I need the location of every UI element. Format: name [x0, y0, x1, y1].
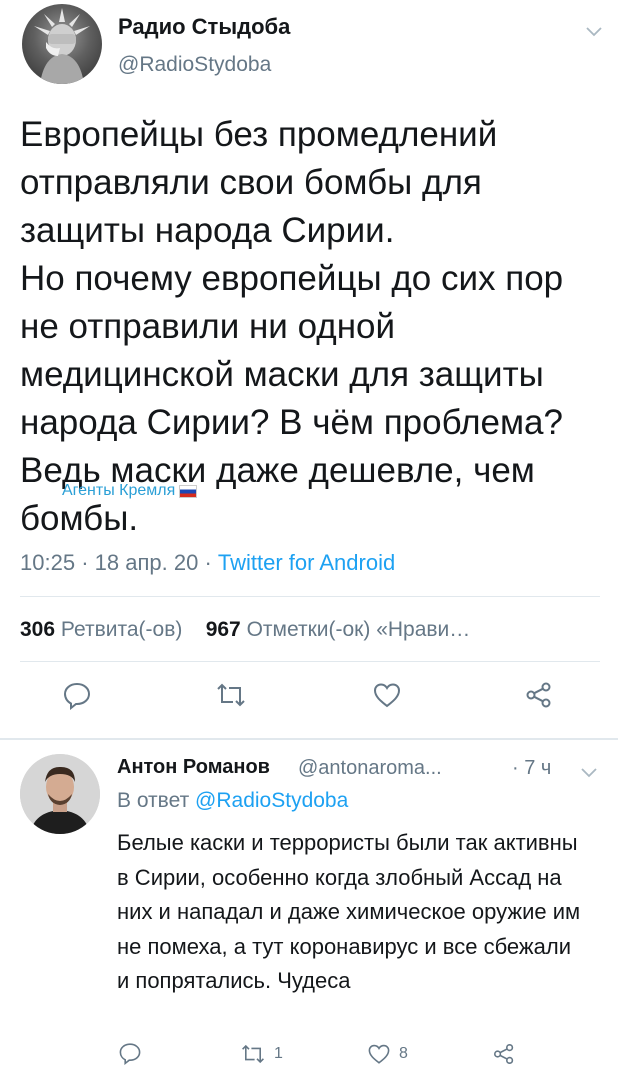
statue-of-liberty-facepalm-image: [34, 8, 90, 84]
author-name[interactable]: Радио Стыдоба: [118, 14, 290, 40]
likes-extra[interactable]: «Нрави…: [376, 618, 470, 641]
reply-like-button[interactable]: 8: [367, 1042, 408, 1066]
author-avatar[interactable]: [22, 4, 102, 84]
tweet-source-link[interactable]: Twitter for Android: [218, 550, 395, 575]
reply-author-name[interactable]: Антон Романов: [117, 756, 270, 779]
tweet-date: 18 апр. 20: [94, 550, 199, 575]
reply-to-line: В ответ @RadioStydoba: [117, 789, 348, 813]
reply-to-handle[interactable]: @RadioStydoba: [195, 789, 348, 812]
reply-author-avatar[interactable]: [20, 754, 100, 834]
likes-count: 967: [205, 618, 241, 641]
meta-separator: ·: [81, 550, 95, 575]
divider: [20, 661, 600, 662]
tweet-stats: 306 Ретвита(-ов) 967 Отметки(-ок) «Нрави…: [20, 618, 470, 642]
tweet-time: 10:25: [20, 550, 76, 575]
likes-stat[interactable]: 967 Отметки(-ок): [206, 618, 371, 641]
watermark-label: Агенты Кремля: [62, 482, 176, 499]
reply-author-handle[interactable]: @antonaroma...: [298, 757, 442, 780]
chevron-down-icon[interactable]: [586, 24, 602, 42]
retweet-button[interactable]: [215, 680, 247, 710]
reply-time: · 7 ч: [512, 757, 552, 779]
like-icon: [368, 1044, 390, 1064]
reply-share-button[interactable]: [492, 1042, 516, 1066]
like-button[interactable]: [372, 680, 402, 710]
reply-to-label: В ответ: [117, 789, 190, 812]
retweet-icon: [242, 1044, 264, 1064]
reply-icon: [119, 1043, 141, 1065]
retweet-icon: [217, 683, 245, 707]
reply-icon: [63, 682, 91, 710]
man-portrait-image: [20, 754, 100, 834]
tweet-text: Европейцы без промедлений отправляли сво…: [20, 115, 564, 538]
reply-reply-button[interactable]: [118, 1041, 142, 1065]
reply-text: Белые каски и террористы были так активн…: [117, 830, 581, 993]
reply-retweet-button[interactable]: 1: [240, 1042, 283, 1066]
chevron-down-icon[interactable]: [581, 765, 597, 783]
share-button[interactable]: [524, 680, 554, 710]
russian-flag-icon: [179, 484, 198, 498]
divider: [20, 596, 600, 597]
watermark: Агенты Кремля: [62, 482, 198, 500]
share-icon: [494, 1044, 514, 1064]
retweets-label: Ретвита(-ов): [60, 618, 183, 641]
reply-retweet-count: 1: [274, 1045, 283, 1062]
section-divider: [0, 738, 618, 740]
likes-label: Отметки(-ок): [246, 618, 371, 641]
reply-button[interactable]: [62, 680, 92, 710]
like-icon: [373, 683, 401, 708]
retweets-stat[interactable]: 306 Ретвита(-ов): [20, 618, 182, 641]
share-icon: [526, 682, 551, 708]
retweets-count: 306: [20, 618, 56, 641]
tweet-meta: 10:25 · 18 апр. 20 · Twitter for Android: [20, 550, 395, 576]
author-handle[interactable]: @RadioStydoba: [118, 53, 271, 77]
reply-like-count: 8: [399, 1045, 408, 1062]
meta-separator: ·: [204, 550, 218, 575]
